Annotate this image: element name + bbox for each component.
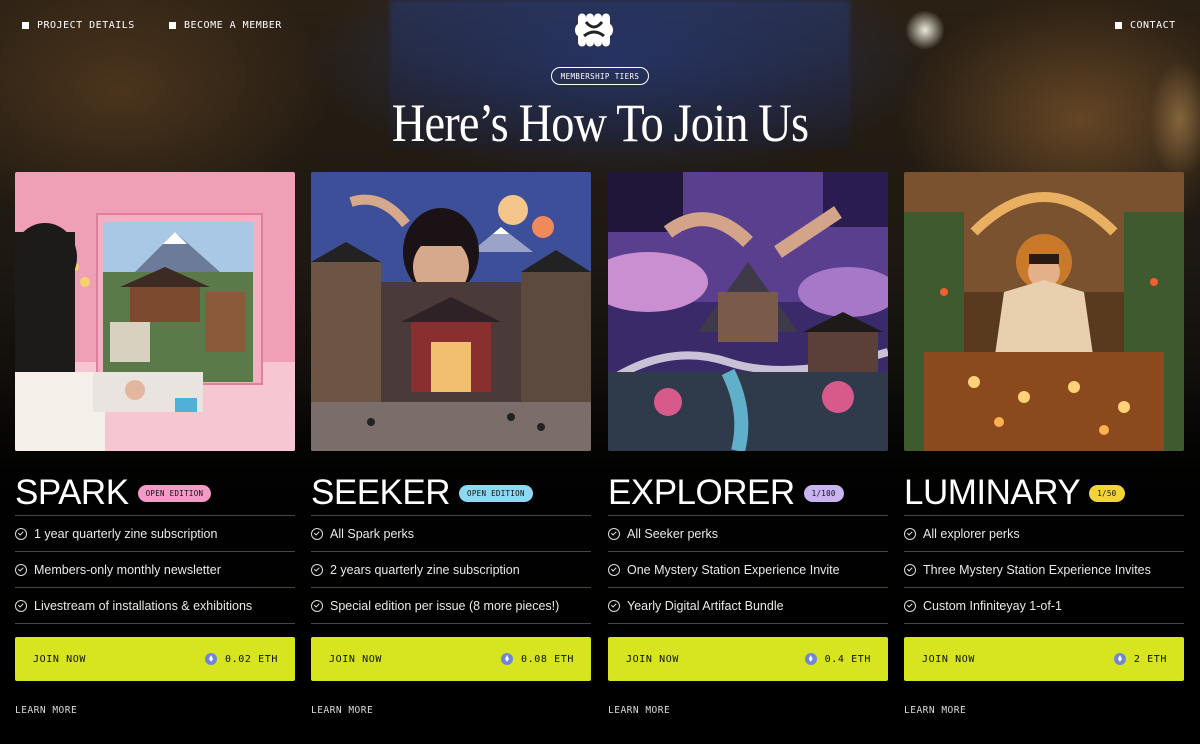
check-circle-icon	[904, 563, 916, 576]
join-label: JOIN NOW	[626, 653, 679, 665]
perk-item: Three Mystery Station Experience Invites	[904, 552, 1184, 588]
perk-text: All explorer perks	[923, 526, 1020, 541]
price: 0.4 ETH	[804, 653, 871, 665]
price-text: 0.4 ETH	[824, 653, 871, 665]
price-text: 0.02 ETH	[225, 653, 278, 665]
square-bullet-icon	[22, 22, 29, 29]
perk-item: One Mystery Station Experience Invite	[608, 552, 888, 588]
edition-badge: 1/100	[803, 484, 844, 502]
perk-text: All Seeker perks	[627, 526, 719, 541]
check-circle-icon	[608, 599, 620, 612]
join-now-button[interactable]: JOIN NOW 0.02 ETH	[15, 637, 295, 681]
perk-text: One Mystery Station Experience Invite	[627, 562, 840, 577]
learn-more-link[interactable]: LEARN MORE	[904, 705, 1184, 716]
join-now-button[interactable]: JOIN NOW 0.08 ETH	[311, 637, 591, 681]
price-text: 0.08 ETH	[521, 653, 574, 665]
tier-artwork	[904, 172, 1184, 451]
tier-artwork	[311, 172, 591, 451]
check-circle-icon	[608, 563, 620, 576]
tier-card-spark: SPARK OPEN EDITION 1 year quarterly zine…	[15, 172, 295, 716]
perk-item: Special edition per issue (8 more pieces…	[311, 588, 591, 624]
ethereum-icon	[501, 653, 514, 665]
check-circle-icon	[15, 563, 27, 576]
perk-text: Yearly Digital Artifact Bundle	[627, 598, 784, 613]
perk-item: All explorer perks	[904, 516, 1184, 552]
perk-list: All Seeker perks One Mystery Station Exp…	[608, 515, 888, 624]
join-label: JOIN NOW	[329, 653, 382, 665]
perk-list: 1 year quarterly zine subscription Membe…	[15, 515, 295, 624]
brand-logo-icon[interactable]	[574, 10, 616, 50]
nav-label: CONTACT	[1130, 20, 1176, 31]
tier-name: SEEKER	[311, 473, 451, 512]
ethereum-icon	[205, 653, 218, 665]
learn-more-link[interactable]: LEARN MORE	[15, 705, 295, 716]
perk-list: All explorer perks Three Mystery Station…	[904, 515, 1184, 624]
check-circle-icon	[15, 527, 27, 540]
learn-more-link[interactable]: LEARN MORE	[608, 705, 888, 716]
square-bullet-icon	[169, 22, 176, 29]
join-label: JOIN NOW	[922, 653, 975, 665]
nav-project-details[interactable]: PROJECT DETAILS	[22, 20, 135, 31]
perk-list: All Spark perks 2 years quarterly zine s…	[311, 515, 591, 624]
perk-text: 2 years quarterly zine subscription	[330, 562, 520, 577]
price-text: 2 ETH	[1133, 653, 1167, 665]
tier-card-explorer: EXPLORER 1/100 All Seeker perks One Myst…	[608, 172, 888, 716]
perk-text: Three Mystery Station Experience Invites	[923, 562, 1151, 577]
tier-name: LUMINARY	[904, 473, 1081, 512]
perk-text: All Spark perks	[330, 526, 415, 541]
nav-contact[interactable]: CONTACT	[1115, 20, 1176, 31]
tier-artwork	[15, 172, 295, 451]
perk-item: Yearly Digital Artifact Bundle	[608, 588, 888, 624]
page-title: Here’s How To Join Us	[391, 93, 809, 153]
ethereum-icon	[1113, 653, 1126, 665]
tier-name: EXPLORER	[608, 473, 795, 512]
check-circle-icon	[311, 527, 323, 540]
square-bullet-icon	[1115, 22, 1122, 29]
nav-label: BECOME A MEMBER	[184, 20, 282, 31]
check-circle-icon	[15, 599, 27, 612]
perk-text: Members-only monthly newsletter	[34, 562, 221, 577]
join-now-button[interactable]: JOIN NOW 2 ETH	[904, 637, 1184, 681]
check-circle-icon	[311, 599, 323, 612]
perk-text: Livestream of installations & exhibition…	[34, 598, 253, 613]
nav-become-member[interactable]: BECOME A MEMBER	[169, 20, 282, 31]
perk-text: 1 year quarterly zine subscription	[34, 526, 218, 541]
price: 2 ETH	[1113, 653, 1167, 665]
check-circle-icon	[904, 527, 916, 540]
ethereum-icon	[804, 653, 817, 665]
background-lamp	[1150, 60, 1200, 180]
nav-label: PROJECT DETAILS	[37, 20, 135, 31]
tier-card-luminary: LUMINARY 1/50 All explorer perks Three M…	[904, 172, 1184, 716]
perk-item: Livestream of installations & exhibition…	[15, 588, 295, 624]
perk-item: Members-only monthly newsletter	[15, 552, 295, 588]
perk-item: 1 year quarterly zine subscription	[15, 516, 295, 552]
perk-item: All Spark perks	[311, 516, 591, 552]
check-circle-icon	[904, 599, 916, 612]
background-lamp	[905, 10, 945, 50]
edition-badge: 1/50	[1089, 484, 1125, 502]
tier-name: SPARK	[15, 473, 129, 512]
tier-artwork	[608, 172, 888, 451]
perk-item: 2 years quarterly zine subscription	[311, 552, 591, 588]
perk-text: Custom Infiniteyay 1-of-1	[923, 598, 1062, 613]
membership-tiers-pill: MEMBERSHIP TIERS	[551, 67, 649, 85]
price: 0.08 ETH	[501, 653, 574, 665]
join-now-button[interactable]: JOIN NOW 0.4 ETH	[608, 637, 888, 681]
edition-badge: OPEN EDITION	[137, 484, 212, 502]
perk-item: All Seeker perks	[608, 516, 888, 552]
check-circle-icon	[608, 527, 620, 540]
edition-badge: OPEN EDITION	[459, 484, 533, 502]
learn-more-link[interactable]: LEARN MORE	[311, 705, 591, 716]
join-label: JOIN NOW	[33, 653, 86, 665]
check-circle-icon	[311, 563, 323, 576]
perk-item: Custom Infiniteyay 1-of-1	[904, 588, 1184, 624]
perk-text: Special edition per issue (8 more pieces…	[330, 598, 560, 613]
price: 0.02 ETH	[205, 653, 278, 665]
tier-card-seeker: SEEKER OPEN EDITION All Spark perks 2 ye…	[311, 172, 591, 716]
